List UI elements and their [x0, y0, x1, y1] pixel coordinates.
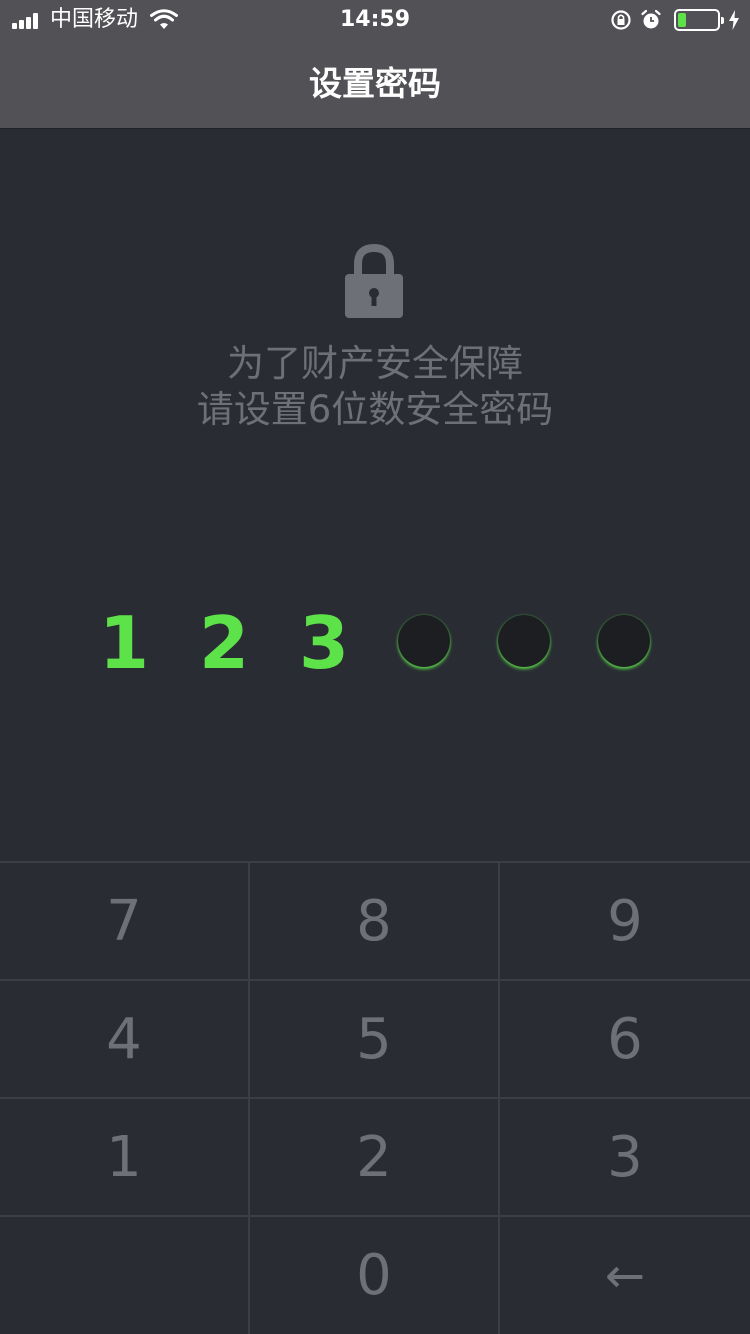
- key-9[interactable]: 9: [500, 861, 750, 979]
- status-right: [602, 7, 740, 33]
- pin-empty-slot: [398, 615, 454, 671]
- nav-bar: 设置密码: [0, 40, 750, 129]
- status-bar: 中国移动 14:59: [0, 0, 750, 40]
- key-2[interactable]: 2: [250, 1097, 500, 1215]
- rotation-lock-icon: [611, 10, 631, 30]
- key-5[interactable]: 5: [250, 979, 500, 1097]
- key-1[interactable]: 1: [0, 1097, 250, 1215]
- number-keypad: 7 8 9 4 5 6 1 2 3 0 ←: [0, 861, 750, 1334]
- prompt-line-2: 请设置6位数安全密码: [196, 388, 554, 431]
- pin-digit: 2: [198, 601, 250, 685]
- pin-digit: 3: [298, 601, 350, 685]
- key-6[interactable]: 6: [500, 979, 750, 1097]
- key-3[interactable]: 3: [500, 1097, 750, 1215]
- key-0[interactable]: 0: [250, 1215, 500, 1334]
- alarm-icon: [641, 9, 661, 29]
- key-4[interactable]: 4: [0, 979, 250, 1097]
- key-7[interactable]: 7: [0, 861, 250, 979]
- backspace-key[interactable]: ←: [500, 1215, 750, 1334]
- pin-digit: 1: [98, 601, 150, 685]
- battery-icon: [674, 9, 724, 31]
- lock-icon: [345, 243, 403, 318]
- key-blank: [0, 1215, 250, 1334]
- charging-icon: [729, 10, 739, 30]
- pin-empty-slot: [598, 615, 654, 671]
- key-8[interactable]: 8: [250, 861, 500, 979]
- pin-empty-slot: [498, 615, 554, 671]
- prompt-line-1: 为了财产安全保障: [227, 342, 523, 385]
- battery-level: [678, 13, 686, 27]
- page-title: 设置密码: [309, 64, 441, 103]
